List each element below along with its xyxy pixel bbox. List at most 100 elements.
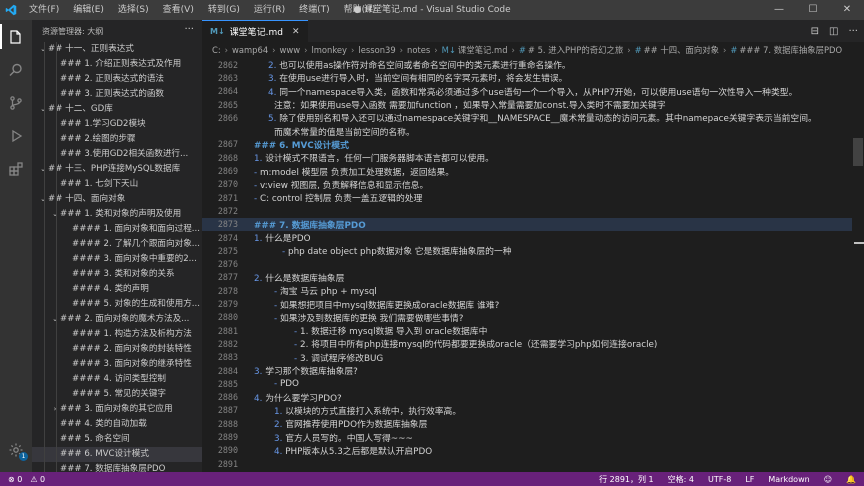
code-line[interactable]: 2876 [202, 258, 864, 271]
code-line[interactable]: 2878 - 淘宝 马云 php + mysql [202, 284, 864, 298]
code-line[interactable]: 2886 4. 为什么要学习PDO? [202, 391, 864, 404]
outline-item[interactable]: › ### 3. 面向对象的其它应用 [32, 402, 202, 417]
chevron-down-icon[interactable]: ⌄ [38, 102, 48, 117]
code-line[interactable]: 2862 2. 也可以使用as操作符对命名空间或者命名空间中的类元素进行重命名操作… [202, 58, 864, 72]
code-line[interactable]: 2891 [202, 457, 864, 470]
menu-edit[interactable]: 编辑(E) [66, 0, 111, 20]
encoding[interactable]: UTF-8 [708, 475, 731, 484]
outline-item[interactable]: ### 7. 数据库抽象层PDO [32, 462, 202, 472]
outline-item[interactable]: #### 3. 面向对象中重要的2... [32, 252, 202, 267]
menu-selection[interactable]: 选择(S) [111, 0, 156, 20]
breadcrumb-item[interactable]: wamp64 [232, 45, 268, 55]
language-mode[interactable]: Markdown [768, 475, 809, 484]
code-line[interactable]: 而魔术常量的值是当前空间的名称。 [202, 125, 864, 138]
notifications-icon[interactable]: 🔔 [846, 475, 856, 484]
code-line[interactable]: 2863 3. 在使用use进行导入时，当前空间有相同的名字冥元素时，将会发生错误… [202, 71, 864, 85]
breadcrumb-item[interactable]: C: [212, 45, 221, 55]
code-line[interactable]: 2889 3. 官方人员写的。中国人写得~~~ [202, 430, 864, 444]
chevron-right-icon[interactable]: › [50, 402, 60, 417]
end-of-line[interactable]: LF [745, 475, 754, 484]
outline-item[interactable]: #### 2. 了解几个跟面向对象... [32, 237, 202, 252]
outline-item[interactable]: ### 1. 介绍正则表达式及作用 [32, 57, 202, 72]
outline-item[interactable]: #### 4. 访问类型控制 [32, 372, 202, 387]
code-line[interactable]: 2868 1. 设计模式不限语言，任何一门服务器脚本语言都可以使用。 [202, 151, 864, 165]
chevron-down-icon[interactable]: ⌄ [50, 207, 60, 222]
settings-icon[interactable]: 1 [0, 433, 32, 466]
outline-item[interactable]: ⌄ ### 2. 面向对象的魔术方法及... [32, 312, 202, 327]
debug-icon[interactable] [0, 119, 32, 152]
outline-item[interactable]: #### 5. 常见的关键字 [32, 387, 202, 402]
code-line[interactable]: 2873 ### 7. 数据库抽象层PDO [202, 217, 864, 231]
chevron-down-icon[interactable]: ⌄ [38, 192, 48, 207]
breadcrumb-item[interactable]: 课堂笔记.md [458, 44, 508, 56]
outline-item[interactable]: #### 1. 构造方法及析构方法 [32, 327, 202, 342]
code-line[interactable]: 2881 - 1. 数据迁移 mysql数据 导入到 oracle数据库中 [202, 324, 864, 338]
menu-go[interactable]: 转到(G) [201, 0, 247, 20]
outline-item[interactable]: #### 4. 类的声明 [32, 282, 202, 297]
code-line[interactable]: 2865 注意：如果使用use导入函数 需要加function ，如果导入常量需要… [202, 98, 864, 112]
editor-scrollbar[interactable] [852, 58, 864, 472]
close-window-button[interactable]: ✕ [830, 0, 864, 20]
outline-item[interactable]: ### 1. 七剑下天山 [32, 177, 202, 192]
code-line[interactable]: 2879 - 如果想把项目中mysql数据库更换成oracle数据库 谁难? [202, 297, 864, 311]
code-line[interactable]: 2864 4. 同一个namespace导入类，函数和常亮必须通过多个use语句一… [202, 85, 864, 98]
menu-help[interactable]: 帮助(H) [337, 0, 383, 20]
breadcrumb-item[interactable]: www [280, 45, 301, 55]
feedback-icon[interactable]: ☺ [824, 475, 832, 484]
menu-terminal[interactable]: 终端(T) [292, 0, 337, 20]
code-line[interactable]: 2870 - v:view 视图层, 负责解释信息和显示信息。 [202, 178, 864, 191]
outline-item[interactable]: ⌄ ## 十二、GD库 [32, 102, 202, 117]
indentation[interactable]: 空格: 4 [668, 474, 694, 485]
code-line[interactable]: 2867 ### 6. MVC设计模式 [202, 138, 864, 151]
menu-run[interactable]: 运行(R) [247, 0, 292, 20]
minimize-button[interactable]: — [762, 0, 796, 20]
outline-item[interactable]: ### 4. 类的自动加载 [32, 417, 202, 432]
code-line[interactable]: 2882 - 2. 将项目中所有php连接mysql的代码都要更换成oracle（… [202, 337, 864, 351]
outline-item[interactable]: ⌄ ## 十四、面向对象 [32, 192, 202, 207]
search-icon[interactable] [0, 53, 32, 86]
outline-item[interactable]: ### 6. MVC设计模式 [32, 447, 202, 462]
outline-item[interactable]: ### 2. 正则表达式的语法 [32, 72, 202, 87]
outline-item[interactable]: ### 1.学习GD2模块 [32, 117, 202, 132]
warnings-indicator[interactable]: ⚠ 0 [30, 475, 45, 484]
code-line[interactable]: 2885 - PDO [202, 377, 864, 390]
menu-file[interactable]: 文件(F) [22, 0, 66, 20]
code-line[interactable]: 2887 1. 以模块的方式直接打入系统中，执行效率高。 [202, 404, 864, 417]
open-preview-icon[interactable]: ⊟ [811, 26, 819, 37]
chevron-down-icon[interactable]: ⌄ [38, 42, 48, 57]
editor-content[interactable]: 2862 2. 也可以使用as操作符对命名空间或者命名空间中的类元素进行重命名操作… [202, 58, 864, 472]
outline-item[interactable]: #### 5. 对象的生成和使用方... [32, 297, 202, 312]
tab-notes[interactable]: M↓ 课堂笔记.md ✕ [202, 20, 308, 42]
outline-item[interactable]: #### 3. 类和对象的关系 [32, 267, 202, 282]
close-tab-icon[interactable]: ✕ [292, 27, 300, 37]
breadcrumb-item[interactable]: ## 十四、面向对象 [644, 44, 719, 56]
code-line[interactable]: 2877 2. 什么是数据库抽象层 [202, 271, 864, 284]
code-line[interactable]: 2869 - m:model 模型层 负责加工处理数据，返回结果。 [202, 164, 864, 178]
breadcrumb-item[interactable]: ### 7. 数据库抽象层PDO [739, 44, 842, 56]
more-editor-actions-icon[interactable]: ··· [848, 26, 858, 37]
code-line[interactable]: 2866 5. 除了使用别名和导入还可以通过namespace关键字和__NAME… [202, 111, 864, 125]
code-line[interactable]: 2884 3. 学习那个数据库抽象层? [202, 364, 864, 378]
code-line[interactable]: 2888 2. 官网推荐使用PDO作为数据库抽象层 [202, 417, 864, 431]
outline-item[interactable]: ⌄ ### 1. 类和对象的声明及使用 [32, 207, 202, 222]
outline-item[interactable]: ### 2.绘图的步骤 [32, 132, 202, 147]
outline-item[interactable]: ⌄ ## 十一、正则表达式 [32, 42, 202, 57]
code-line[interactable]: 2890 4. PHP版本从5.3之后都是默认开启PDO [202, 444, 864, 457]
chevron-down-icon[interactable]: ⌄ [50, 312, 60, 327]
breadcrumb-item[interactable]: lmonkey [311, 45, 347, 55]
outline-item[interactable]: ### 3.使用GD2相关函数进行... [32, 147, 202, 162]
code-line[interactable]: 2880 - 如果涉及到数据库的更换 我们需要做哪些事情? [202, 311, 864, 324]
breadcrumb-item[interactable]: notes [407, 45, 430, 55]
more-actions-icon[interactable]: ··· [184, 24, 194, 35]
outline-item[interactable]: #### 1. 面向对象和面向过程... [32, 222, 202, 237]
breadcrumb-item[interactable]: lesson39 [358, 45, 395, 55]
cursor-position[interactable]: 行 2891，列 1 [599, 474, 654, 485]
chevron-down-icon[interactable]: ⌄ [38, 162, 48, 177]
split-editor-icon[interactable]: ◫ [829, 26, 838, 37]
code-line[interactable]: 2874 1. 什么是PDO [202, 231, 864, 245]
outline-item[interactable]: ⌄ ## 十三、PHP连接MySQL数据库 [32, 162, 202, 177]
scrollbar-thumb[interactable] [853, 138, 863, 166]
outline-item[interactable]: #### 3. 面向对象的继承特性 [32, 357, 202, 372]
outline-item[interactable]: #### 2. 面向对象的封装特性 [32, 342, 202, 357]
extensions-icon[interactable] [0, 152, 32, 185]
